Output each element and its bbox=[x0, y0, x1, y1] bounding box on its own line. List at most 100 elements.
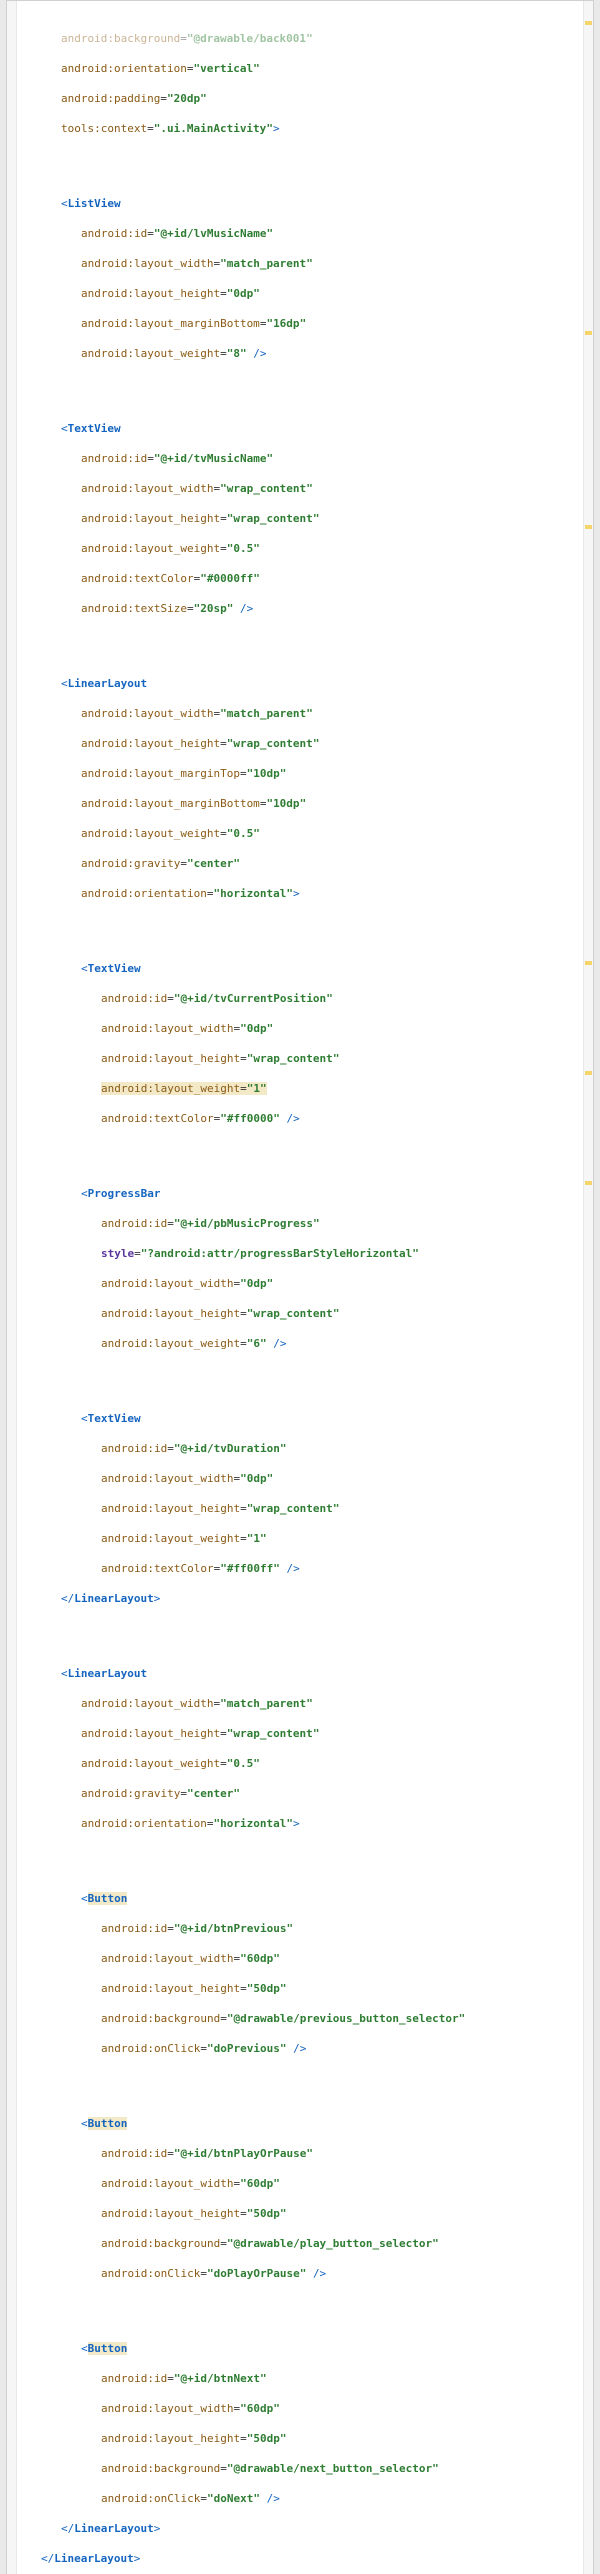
xml-tag: Button bbox=[88, 2117, 128, 2130]
attr-name: android:gravity bbox=[81, 1787, 180, 1800]
attr-name: android:id bbox=[101, 2372, 167, 2385]
attr-name: android:id bbox=[81, 452, 147, 465]
attr-name: android:layout_height bbox=[101, 1052, 240, 1065]
attr-value: horizontal bbox=[220, 1817, 286, 1830]
attr-value: center bbox=[194, 857, 234, 870]
attr-value: wrap_content bbox=[227, 482, 306, 495]
attr-value: @drawable/next_button_selector bbox=[233, 2462, 432, 2475]
attr-name: android:layout_width bbox=[101, 2402, 233, 2415]
attr-value: 1 bbox=[253, 1082, 260, 1095]
code-area[interactable]: android:background="@drawable/back001" a… bbox=[7, 1, 593, 2574]
xml-tag: LinearLayout bbox=[68, 1667, 147, 1680]
attr-value: #0000ff bbox=[207, 572, 253, 585]
attr-name: android:layout_marginTop bbox=[81, 767, 240, 780]
attr-value: 8 bbox=[233, 347, 240, 360]
attr-name: android:layout_width bbox=[81, 707, 213, 720]
attr-name: android:background bbox=[101, 2237, 220, 2250]
attr-value: 1 bbox=[253, 1532, 260, 1545]
attr-name: android:layout_weight bbox=[101, 1532, 240, 1545]
attr-name: android:layout_width bbox=[101, 1022, 233, 1035]
attr-name: android:layout_height bbox=[81, 287, 220, 300]
attr-value: 10dp bbox=[273, 797, 300, 810]
attr-name: android:orientation bbox=[81, 887, 207, 900]
attr-name: android:layout_width bbox=[101, 1277, 233, 1290]
attr-value: @+id/btnPlayOrPause bbox=[180, 2147, 306, 2160]
attr-name: android:id bbox=[101, 2147, 167, 2160]
attr-name: android:layout_height bbox=[101, 1502, 240, 1515]
attr-name: android:padding bbox=[61, 92, 160, 105]
attr-name: android:layout_weight bbox=[81, 827, 220, 840]
marker-icon bbox=[585, 21, 592, 25]
attr-name: android:id bbox=[81, 227, 147, 240]
attr-name: android:orientation bbox=[61, 62, 187, 75]
xml-tag: TextView bbox=[88, 1412, 141, 1425]
attr-value: 20sp bbox=[200, 602, 227, 615]
left-gutter bbox=[7, 1, 17, 2574]
xml-tag: Button bbox=[88, 1892, 128, 1905]
attr-value: @+id/tvCurrentPosition bbox=[180, 992, 326, 1005]
attr-value: @drawable/play_button_selector bbox=[233, 2237, 432, 2250]
attr-value: 60dp bbox=[247, 1952, 274, 1965]
attr-value: 0.5 bbox=[233, 1757, 253, 1770]
attr-value: @+id/btnNext bbox=[180, 2372, 259, 2385]
attr-value: 0dp bbox=[247, 1472, 267, 1485]
attr-value: 50dp bbox=[253, 1982, 280, 1995]
attr-value: 0.5 bbox=[233, 542, 253, 555]
attr-name: android:textSize bbox=[81, 602, 187, 615]
attr-name: android:layout_width bbox=[81, 1697, 213, 1710]
attr-value: ?android:attr/progressBarStyleHorizontal bbox=[147, 1247, 412, 1260]
attr-value: wrap_content bbox=[233, 512, 312, 525]
attr-name: android:gravity bbox=[81, 857, 180, 870]
right-gutter bbox=[583, 1, 593, 2574]
attr-value: .ui.MainActivity bbox=[160, 122, 266, 135]
attr-name: android:layout_weight bbox=[81, 347, 220, 360]
attr-value: horizontal bbox=[220, 887, 286, 900]
attr-value: #ff0000 bbox=[227, 1112, 273, 1125]
xml-tag: TextView bbox=[88, 962, 141, 975]
attr-name: android:layout_width bbox=[81, 482, 213, 495]
attr-name: android:layout_height bbox=[81, 512, 220, 525]
attr-value: @+id/tvMusicName bbox=[160, 452, 266, 465]
attr-name: android:orientation bbox=[81, 1817, 207, 1830]
attr-name: android:layout_marginBottom bbox=[81, 797, 260, 810]
attr-value: @+id/pbMusicProgress bbox=[180, 1217, 312, 1230]
attr-name: android:layout_width bbox=[101, 1472, 233, 1485]
attr-name: android:background bbox=[101, 2012, 220, 2025]
xml-tag: ProgressBar bbox=[88, 1187, 161, 1200]
attr-value: doPrevious bbox=[214, 2042, 280, 2055]
attr-name: android:layout_marginBottom bbox=[81, 317, 260, 330]
xml-tag: LinearLayout bbox=[68, 677, 147, 690]
attr-name: android:id bbox=[101, 992, 167, 1005]
attr-value: match_parent bbox=[227, 257, 306, 270]
attr-name: android:layout_weight bbox=[101, 1082, 240, 1095]
attr-name: android:layout_height bbox=[101, 1307, 240, 1320]
marker-icon bbox=[585, 961, 592, 965]
attr-value: wrap_content bbox=[253, 1502, 332, 1515]
attr-name: android:onClick bbox=[101, 2267, 200, 2280]
attr-name: android:textColor bbox=[81, 572, 194, 585]
marker-icon bbox=[585, 1071, 592, 1075]
attr-name: android:onClick bbox=[101, 2042, 200, 2055]
attr-value: vertical bbox=[200, 62, 253, 75]
attr-name: android:textColor bbox=[101, 1562, 214, 1575]
attr-name: android:layout_width bbox=[81, 257, 213, 270]
attr-value: @+id/tvDuration bbox=[180, 1442, 279, 1455]
attr-value: @drawable/previous_button_selector bbox=[233, 2012, 458, 2025]
attr-value: 60dp bbox=[247, 2402, 274, 2415]
attr-value: match_parent bbox=[227, 1697, 306, 1710]
attr-value: @+id/btnPrevious bbox=[180, 1922, 286, 1935]
attr-name: android:onClick bbox=[101, 2492, 200, 2505]
marker-icon bbox=[585, 1181, 592, 1185]
attr-name: android:id bbox=[101, 1922, 167, 1935]
attr-name: android:layout_weight bbox=[81, 542, 220, 555]
attr-name: android:textColor bbox=[101, 1112, 214, 1125]
attr-name: android:id bbox=[101, 1442, 167, 1455]
xml-tag: Button bbox=[88, 2342, 128, 2355]
attr-value: 50dp bbox=[253, 2207, 280, 2220]
attr-name: android:layout_weight bbox=[101, 1337, 240, 1350]
code-editor[interactable]: android:background="@drawable/back001" a… bbox=[6, 0, 594, 2574]
attr-name: style bbox=[101, 1247, 134, 1260]
attr-name: android:layout_width bbox=[101, 1952, 233, 1965]
attr-value: 0.5 bbox=[233, 827, 253, 840]
attr-value: match_parent bbox=[227, 707, 306, 720]
